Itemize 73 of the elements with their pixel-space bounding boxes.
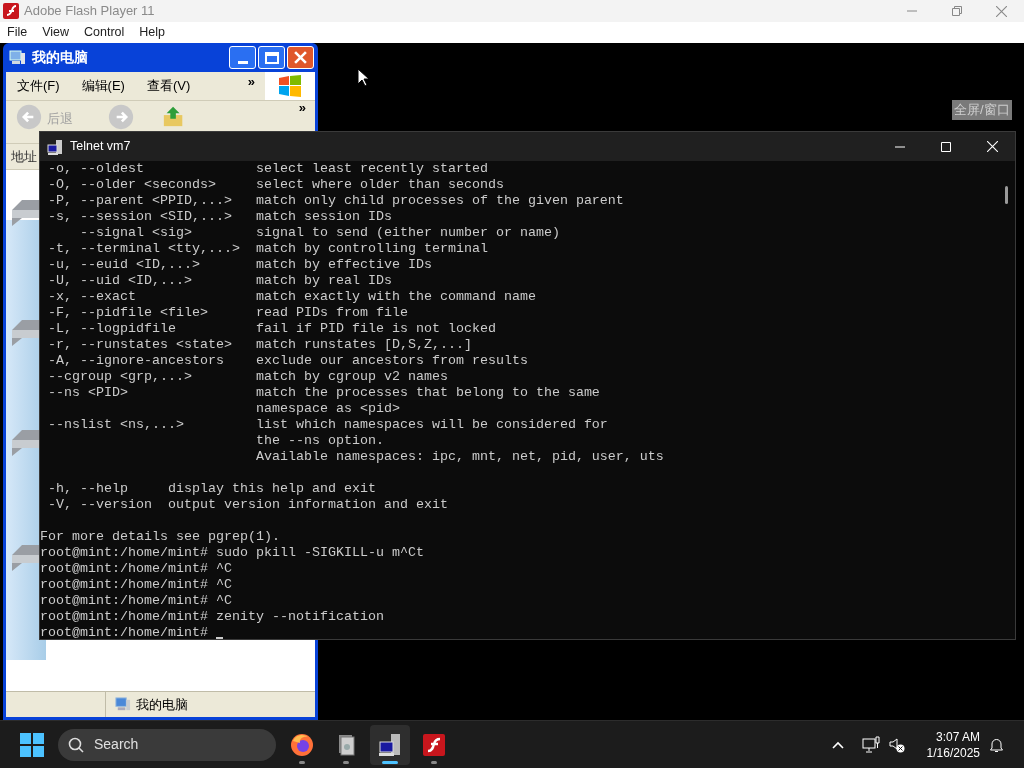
terminal-line: root@mint:/home/mint# ^C bbox=[40, 577, 232, 593]
terminal-line: -t, --terminal <tty,...> match by controlling terminal bbox=[47, 241, 488, 257]
network-icon[interactable] bbox=[861, 736, 880, 753]
terminal-line: -L, --logpidfile fail if PID file is not locked bbox=[47, 321, 496, 337]
drive-icon[interactable] bbox=[12, 198, 39, 228]
terminal-line: root@mint:/home/mint# sudo pkill -SIGKILL-u m^Ct bbox=[40, 545, 424, 561]
terminal-line: For more details see pgrep(1). bbox=[40, 529, 280, 545]
window-title: Adobe Flash Player 11 bbox=[24, 2, 155, 21]
windows-flag-icon bbox=[278, 75, 302, 97]
menu-item[interactable]: 文件(F) bbox=[17, 76, 60, 96]
computer-icon bbox=[114, 696, 131, 713]
menu-item[interactable]: Control bbox=[84, 23, 125, 42]
close-icon bbox=[996, 5, 1007, 17]
menu-item[interactable]: 编辑(E) bbox=[81, 76, 125, 96]
terminal-icon bbox=[47, 138, 63, 155]
search-box[interactable]: Search bbox=[58, 728, 276, 761]
close-icon bbox=[294, 51, 307, 64]
restore-icon bbox=[951, 6, 962, 16]
clock-date[interactable]: 1/16/2025 bbox=[926, 744, 980, 761]
minimize-button[interactable] bbox=[229, 46, 256, 69]
terminal-line: --nslist <ns,...> list which namespaces will be considered for bbox=[47, 417, 608, 433]
status-text: 我的电脑 bbox=[136, 695, 188, 714]
terminal-line: the --ns option. bbox=[254, 433, 384, 449]
terminal-line: root@mint:/home/mint# bbox=[40, 625, 209, 639]
menu-item[interactable]: Help bbox=[139, 23, 166, 42]
search-icon bbox=[68, 736, 84, 753]
terminal-line: --cgroup <grp,...> match by cgroup v2 names bbox=[47, 369, 448, 385]
terminal-line: -u, --euid <ID,...> match by effective IDs bbox=[47, 257, 432, 273]
terminal-line: -O, --older <seconds> select where older than seconds bbox=[47, 177, 504, 193]
address-label: 地址 bbox=[11, 147, 37, 166]
scrollbar-thumb[interactable] bbox=[1005, 186, 1008, 204]
terminal-line: root@mint:/home/mint# ^C bbox=[40, 593, 232, 609]
close-icon bbox=[986, 141, 998, 152]
terminal-icon bbox=[378, 732, 402, 757]
terminal-line: -x, --exact match exactly with the command name bbox=[47, 289, 536, 305]
flash-logo-icon bbox=[422, 732, 446, 757]
computer-icon bbox=[8, 48, 26, 67]
window-title: Telnet vm7 bbox=[70, 138, 131, 156]
terminal-line: -U, --uid <ID,...> match by real IDs bbox=[47, 273, 392, 289]
cursor-icon bbox=[215, 637, 223, 639]
notification-bell-icon[interactable] bbox=[989, 736, 1004, 753]
overflow-chevron[interactable]: » bbox=[247, 72, 255, 92]
terminal-line: --signal <sig> signal to send (either number or name) bbox=[79, 225, 560, 241]
terminal-line: -r, --runstates <state> match runstates [D,S,Z,...] bbox=[47, 337, 472, 353]
terminal-line: Available namespaces: ipc, mnt, net, pid, user, uts bbox=[254, 449, 664, 465]
menu-item[interactable]: File bbox=[7, 23, 28, 42]
terminal-line: -V, --version output version information and exit bbox=[47, 497, 448, 513]
chevron-up-icon[interactable] bbox=[831, 740, 844, 749]
terminal-line: namespace as <pid> bbox=[254, 401, 400, 417]
terminal-line: root@mint:/home/mint# zenity --notification bbox=[40, 609, 384, 625]
clock-time[interactable]: 3:07 AM bbox=[935, 728, 980, 745]
overflow-chevron[interactable]: » bbox=[298, 98, 306, 118]
terminal-line: -A, --ignore-ancestors exclude our ancestors from results bbox=[47, 353, 528, 369]
drive-icon[interactable] bbox=[12, 543, 39, 573]
speaker-muted-icon[interactable] bbox=[888, 736, 905, 753]
close-button[interactable] bbox=[287, 46, 314, 69]
terminal-line: --ns <PID> match the processes that belong to the same bbox=[47, 385, 600, 401]
maximize-icon bbox=[941, 141, 951, 152]
terminal-line: -s, --session <SID,...> match session IDs bbox=[47, 209, 392, 225]
drive-icon[interactable] bbox=[12, 428, 39, 458]
menu-item[interactable]: 查看(V) bbox=[146, 76, 191, 96]
terminal-line: -P, --parent <PPID,...> match only child processes of the given parent bbox=[47, 193, 624, 209]
terminal-line: -o, --oldest select least recently started bbox=[47, 161, 488, 177]
flash-logo-icon bbox=[3, 3, 19, 19]
mouse-pointer-icon bbox=[357, 68, 370, 87]
menu-item[interactable]: View bbox=[42, 23, 70, 42]
start-button[interactable] bbox=[20, 732, 44, 757]
drive-icon[interactable] bbox=[12, 318, 39, 348]
taskbar-app-button[interactable] bbox=[370, 724, 410, 765]
window-title: 我的电脑 bbox=[32, 48, 88, 67]
terminal-line: -F, --pidfile <file> read PIDs from file bbox=[47, 305, 408, 321]
terminal-line: -h, --help display this help and exit bbox=[47, 481, 376, 497]
terminal-line: root@mint:/home/mint# ^C bbox=[40, 561, 232, 577]
